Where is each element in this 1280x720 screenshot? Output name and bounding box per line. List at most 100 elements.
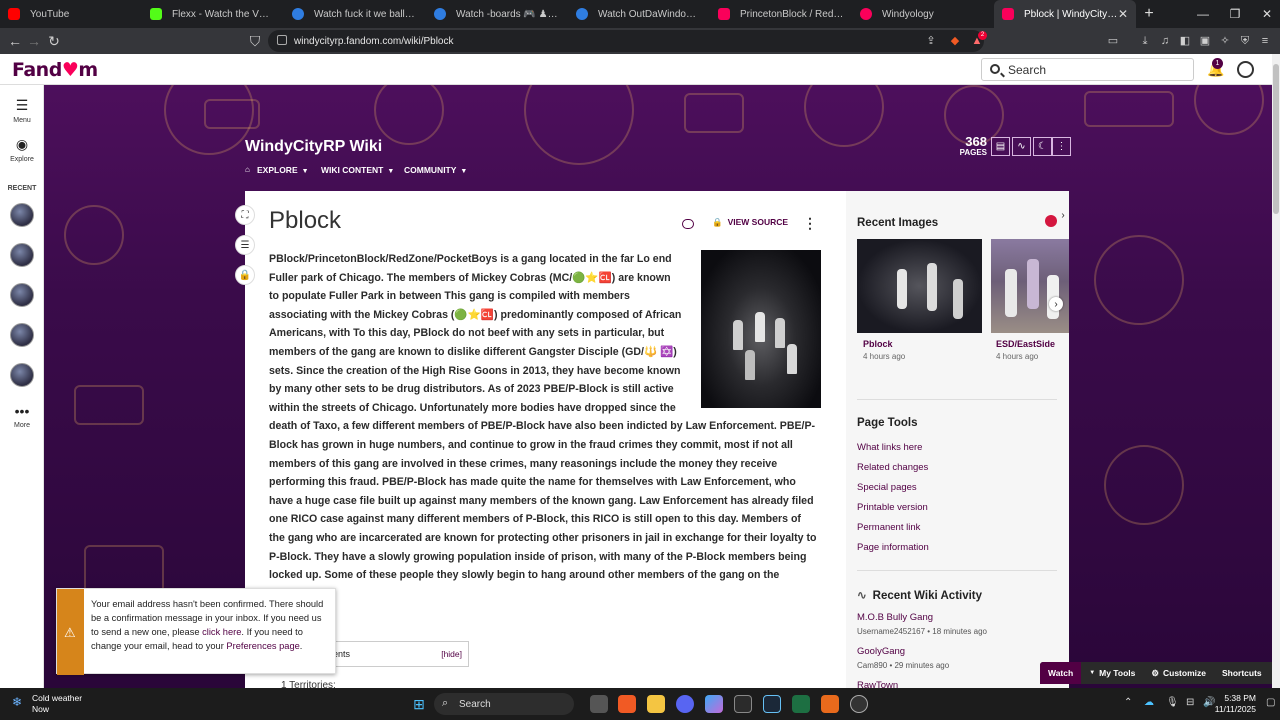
close-tab-icon[interactable]: ✕ [1118,7,1128,21]
back-icon[interactable]: ← [5,31,25,51]
browser-tab[interactable]: Watch OutDaWindow 🍭 -gaza [568,0,710,28]
url-bar[interactable]: windycityrp.fandom.com/wiki/Pblock [268,30,984,52]
weather-widget[interactable]: ❄ Cold weather Now [12,693,82,715]
browser-tab-active[interactable]: Pblock | WindyCityRP Wiki✕ [994,0,1136,28]
brave-browser-icon[interactable] [618,695,636,713]
page-tool-link[interactable]: Special pages [857,482,917,493]
windows-start-icon[interactable]: ⊞ [410,695,428,713]
page-tool-link[interactable]: Permanent link [857,522,920,533]
user-avatar-icon[interactable] [1237,61,1254,78]
vpn-icon[interactable]: ⛨ [1238,34,1252,48]
reload-icon[interactable]: ↻ [44,31,64,51]
notification-center-icon[interactable]: ▢ [1266,697,1275,708]
talk-icon[interactable] [682,219,694,229]
resend-link[interactable]: click here [202,627,241,637]
page-tool-link[interactable]: Page information [857,542,929,553]
wiki-title[interactable]: WindyCityRP Wiki [245,138,382,156]
sidebar-toggle-icon[interactable]: ▭ [1106,34,1120,48]
lock-icon[interactable]: 🔒 [235,265,255,285]
toc-hide-link[interactable]: [hide] [441,649,462,659]
browser-tab[interactable]: Flexx - Watch the VOD on K [142,0,284,28]
task-view-icon[interactable] [590,695,608,713]
file-explorer-icon[interactable] [647,695,665,713]
activity-page-link[interactable]: GoolyGang [857,646,905,657]
system-clock[interactable]: 5:38 PM 11/11/2025 [1196,693,1256,715]
media-icon[interactable]: ♫ [1158,34,1172,48]
browser-tab[interactable]: Windyology [852,0,994,28]
store-icon[interactable] [734,695,752,713]
site-info-icon[interactable] [277,35,287,45]
forward-icon[interactable]: → [24,31,44,51]
browser-tab[interactable]: Watch -boards 🎮 ♟ | Stream [426,0,568,28]
page-tool-link[interactable]: What links here [857,442,922,453]
recent-image-caption[interactable]: Pblock [863,339,893,349]
more-button[interactable]: ••• More [0,403,44,429]
browser-tab[interactable]: YouTube [0,0,142,28]
fullscreen-icon[interactable]: ⛶ [235,205,255,225]
page-scrollbar[interactable] [1272,54,1280,688]
toc-item[interactable]: 1 Territories: [281,680,336,688]
browser-tab[interactable]: PrincetonBlock / Redzone 🟢 [710,0,852,28]
taskbar-search[interactable]: ⌕ Search [434,693,574,715]
close-window-icon[interactable]: ✕ [1251,0,1280,28]
watch-button[interactable]: Watch [1040,662,1082,684]
nav-wiki-content[interactable]: WIKI CONTENT ▼ [321,165,394,175]
page-tool-link[interactable]: Related changes [857,462,928,473]
recent-wiki-avatar[interactable] [10,323,34,347]
panel-icon[interactable]: ◧ [1178,34,1192,48]
steam-icon[interactable] [763,695,781,713]
carousel-next-icon[interactable]: › [1049,297,1063,311]
recent-wiki-avatar[interactable] [10,203,34,227]
brave-shields-icon[interactable]: ◆ [948,34,962,48]
my-tools-button[interactable]: ▼ My Tools [1081,662,1143,684]
copilot-icon[interactable] [705,695,723,713]
minimize-icon[interactable]: — [1187,0,1219,28]
discussions-icon[interactable]: ▤ [991,137,1010,156]
microphone-icon[interactable]: 🎙 [1166,697,1179,708]
recent-image-caption[interactable]: ESD/EastSide [996,339,1055,349]
recent-wiki-avatar[interactable] [10,243,34,267]
network-icon[interactable]: ⊟ [1186,697,1194,708]
activity-page-link[interactable]: M.O.B Bully Gang [857,612,933,623]
dark-mode-icon[interactable]: ☾ [1033,137,1052,156]
toc-toggle-icon[interactable]: ☰ [235,235,255,255]
share-icon[interactable]: ⇪ [924,34,938,48]
lead-image[interactable] [701,250,821,408]
menu-button[interactable]: ☰ Menu [0,97,44,124]
excel-icon[interactable] [792,695,810,713]
download-icon[interactable]: ⤓ [1138,34,1152,48]
activity-icon[interactable]: ∿ [1012,137,1031,156]
preferences-link[interactable]: Preferences page [226,641,299,651]
page-tool-link[interactable]: Printable version [857,502,928,513]
recent-wiki-avatar[interactable] [10,283,34,307]
activity-page-link[interactable]: RawTown [857,680,898,688]
restore-icon[interactable]: ❐ [1219,0,1251,28]
bookmark-icon[interactable]: ⛉ [245,31,265,51]
app-icon[interactable] [821,695,839,713]
wallet-icon[interactable]: ▣ [1198,34,1212,48]
tray-app-icon[interactable]: ☁ [1144,697,1154,708]
customize-button[interactable]: ⚙ Customize [1143,662,1214,684]
menu-icon[interactable]: ≡ [1258,34,1272,48]
browser-tab[interactable]: Watch fuck it we ball-glock | St [284,0,426,28]
discord-icon[interactable] [676,695,694,713]
recent-image[interactable] [991,239,1069,333]
explore-button[interactable]: ◉ Explore [0,136,44,163]
kick-icon [150,8,162,20]
recent-wiki-avatar[interactable] [10,363,34,387]
tray-chevron-icon[interactable]: ⌃ [1124,697,1132,708]
recent-image[interactable] [857,239,982,333]
nav-explore[interactable]: EXPLORE ▼ [257,165,309,175]
search-input[interactable]: Search [981,58,1194,81]
scrollbar-thumb[interactable] [1273,64,1279,214]
view-source-button[interactable]: 🔒 VIEW SOURCE [712,217,788,228]
github-icon[interactable] [850,695,868,713]
leo-ai-icon[interactable]: ✧ [1218,34,1232,48]
new-tab-button[interactable]: + [1136,5,1162,23]
fandom-logo[interactable]: Fand♥m [12,59,98,81]
page-actions-icon[interactable]: ⋮ [803,215,817,232]
shortcuts-button[interactable]: Shortcuts [1214,662,1270,684]
more-vertical-icon[interactable]: ⋮ [1052,137,1071,156]
nav-community[interactable]: COMMUNITY ▼ [404,165,467,175]
carousel-next-icon[interactable]: › [1056,208,1069,222]
